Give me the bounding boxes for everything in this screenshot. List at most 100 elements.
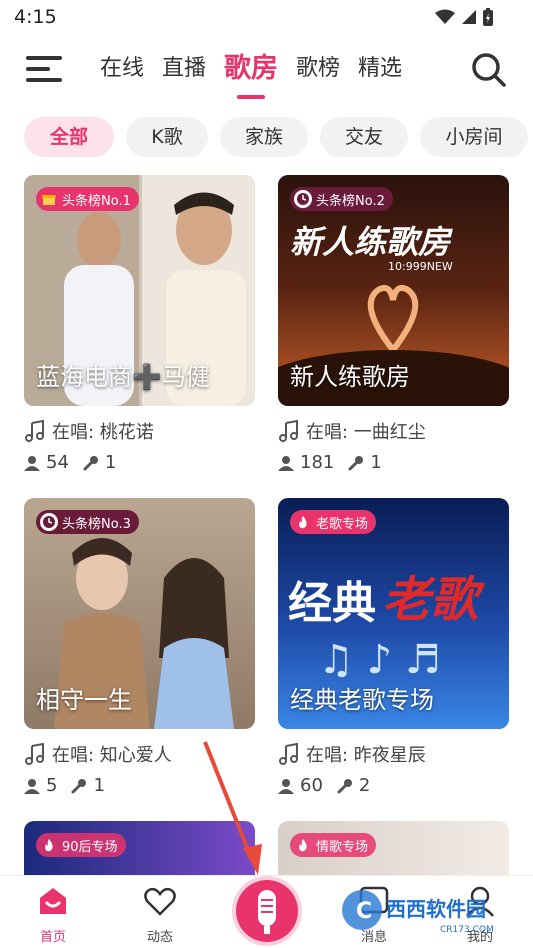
rank-badge-label: 头条榜No.2: [316, 193, 385, 209]
person-icon: [24, 778, 40, 794]
room-title: 蓝海电商➕马健: [36, 363, 210, 391]
tab-featured[interactable]: 精选: [358, 52, 402, 92]
room-stats: 181 1: [278, 452, 509, 473]
room-stats: 60 2: [278, 775, 509, 796]
poster-title: 新人练歌房: [290, 223, 453, 261]
poster-oldsongs-text: 老歌: [382, 572, 486, 628]
room-cover[interactable]: 90后专场: [24, 821, 255, 875]
now-singing-text: 在唱: 桃花诺: [52, 422, 154, 443]
rank-badge: 头条榜No.1: [36, 187, 139, 211]
music-note-icon: [279, 743, 298, 765]
filter-chips: 全部 K歌 家族 交友 小房间: [24, 117, 528, 157]
mic-count: 2: [358, 775, 371, 796]
now-singing-text: 在唱: 昨夜星辰: [306, 745, 426, 766]
room-card[interactable]: 头条榜No.1 蓝海电商➕马健 在唱: 桃花诺 54 1: [24, 175, 255, 473]
tab-live[interactable]: 直播: [162, 52, 206, 92]
signal-icon: [462, 10, 476, 24]
chip-karaoke[interactable]: K歌: [126, 117, 208, 157]
listener-count: 54: [46, 452, 69, 473]
now-singing-text: 在唱: 一曲红尘: [306, 422, 426, 443]
microphone-icon: [337, 778, 352, 793]
nav-feed-label: 动态: [146, 930, 173, 945]
microphone-icon: [348, 455, 364, 470]
room-card[interactable]: 头条榜No.3 相守一生 在唱: 知心爱人 5 1: [24, 498, 255, 796]
wifi-icon: [435, 9, 455, 24]
clock-icon: [40, 513, 58, 531]
now-singing-text: 在唱: 知心爱人: [52, 745, 172, 766]
top-nav: 在线 直播 歌房 歌榜 精选: [0, 40, 533, 100]
clock-icon: [294, 190, 312, 208]
listener-count: 181: [300, 452, 335, 473]
search-icon[interactable]: [471, 52, 507, 88]
chip-friends[interactable]: 交友: [320, 117, 408, 157]
status-bar: 4:15: [0, 0, 533, 36]
status-time: 4:15: [14, 6, 57, 28]
room-stats: 5 1: [24, 775, 255, 796]
music-note-icon: [25, 420, 44, 442]
chip-small-room[interactable]: 小房间: [420, 117, 528, 157]
category-badge-label: 老歌专场: [316, 516, 369, 532]
room-cover[interactable]: 新人练歌房 10:999NEW 头条榜No.2 新人练歌房: [278, 175, 509, 406]
now-singing: 在唱: 昨夜星辰: [278, 741, 509, 767]
tab-online[interactable]: 在线: [100, 52, 144, 92]
mic-count: 1: [93, 775, 105, 796]
microphone-icon: [258, 890, 276, 934]
svg-text:♫ ♪ ♬: ♫ ♪ ♬: [318, 637, 441, 683]
room-cover[interactable]: 头条榜No.3 相守一生: [24, 498, 255, 729]
category-badge-label: 90后专场: [62, 839, 118, 855]
listener-count: 5: [46, 775, 58, 796]
rank-badge-label: 头条榜No.1: [62, 193, 131, 209]
now-singing: 在唱: 知心爱人: [24, 741, 255, 767]
menu-button[interactable]: [26, 54, 64, 86]
room-cover[interactable]: 经典 老歌 ♫ ♪ ♬ 老歌专场 经典老歌专场: [278, 498, 509, 729]
room-title: 新人练歌房: [290, 363, 410, 391]
category-badge: 90后专场: [36, 833, 126, 857]
gift-icon: [40, 190, 58, 208]
poster-classic-text: 经典: [288, 578, 376, 629]
create-room-mic-button[interactable]: [236, 880, 298, 942]
room-card[interactable]: 90后专场: [24, 821, 255, 875]
flame-icon: [40, 836, 58, 854]
chip-all[interactable]: 全部: [24, 117, 114, 157]
rank-badge-label: 头条榜No.3: [62, 516, 131, 532]
heart-icon: [144, 887, 176, 916]
person-icon: [278, 455, 294, 471]
flame-icon: [294, 513, 312, 531]
watermark-text: 西西软件园: [386, 897, 486, 921]
room-card[interactable]: 情歌专场: [278, 821, 509, 875]
room-title: 经典老歌专场: [290, 686, 434, 714]
microphone-icon: [71, 778, 87, 793]
music-note-icon: [279, 420, 298, 442]
room-stats: 54 1: [24, 452, 255, 473]
nav-home[interactable]: 首页: [13, 884, 93, 945]
tab-bar: 在线 直播 歌房 歌榜 精选: [100, 52, 420, 99]
room-card[interactable]: 新人练歌房 10:999NEW 头条榜No.2 新人练歌房 在唱: 一曲红尘 1…: [278, 175, 509, 473]
chip-family[interactable]: 家族: [220, 117, 308, 157]
room-title: 相守一生: [36, 686, 132, 714]
rank-badge: 头条榜No.3: [36, 510, 139, 534]
status-icons: [435, 8, 493, 26]
tab-song-room[interactable]: 歌房: [224, 52, 278, 99]
person-icon: [24, 455, 40, 471]
microphone-icon: [83, 455, 98, 470]
room-cover[interactable]: 头条榜No.1 蓝海电商➕马健: [24, 175, 255, 406]
nav-feed[interactable]: 动态: [120, 884, 200, 945]
person-icon: [278, 778, 294, 794]
room-cover[interactable]: 情歌专场: [278, 821, 509, 875]
svg-text:C: C: [356, 899, 372, 924]
poster-subtitle: 10:999NEW: [388, 260, 453, 273]
music-note-icon: [25, 743, 44, 765]
listener-count: 60: [300, 775, 323, 796]
tab-song-chart[interactable]: 歌榜: [296, 52, 340, 92]
mic-count: 1: [370, 452, 382, 473]
now-singing: 在唱: 一曲红尘: [278, 418, 509, 444]
mic-count: 1: [104, 452, 117, 473]
category-badge-label: 情歌专场: [316, 839, 369, 855]
room-card[interactable]: 经典 老歌 ♫ ♪ ♬ 老歌专场 经典老歌专场 在唱: 昨夜星辰 60 2: [278, 498, 509, 796]
category-badge: 情歌专场: [290, 833, 377, 857]
home-icon: [40, 888, 66, 914]
flame-icon: [294, 836, 312, 854]
rank-badge: 头条榜No.2: [290, 187, 393, 211]
now-singing: 在唱: 桃花诺: [24, 418, 255, 444]
category-badge: 老歌专场: [290, 510, 377, 534]
